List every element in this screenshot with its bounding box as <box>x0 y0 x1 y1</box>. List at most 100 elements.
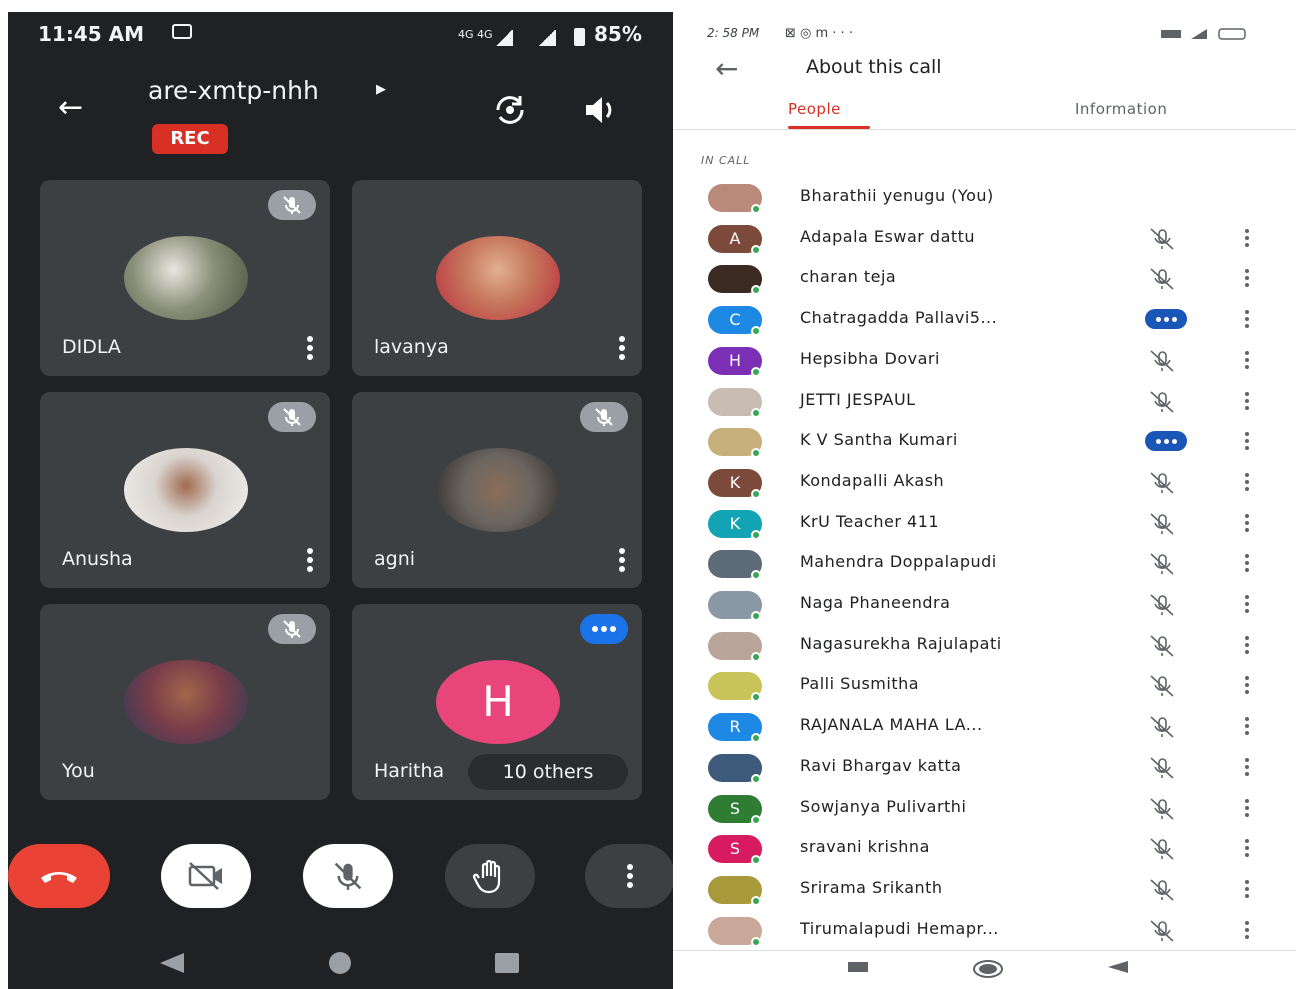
recording-badge: REC <box>152 124 228 154</box>
more-options-icon[interactable] <box>306 336 314 362</box>
more-vert-icon[interactable] <box>1245 717 1251 737</box>
status-icons: ⊠ ◎ m · · · <box>785 26 853 41</box>
tab-people[interactable]: People <box>788 100 841 118</box>
participant-row[interactable]: A Adapala Eswar dattu <box>673 219 1296 259</box>
back-arrow-icon[interactable]: ← <box>58 90 83 125</box>
mic-off-icon <box>1143 593 1183 617</box>
nav-back-icon[interactable] <box>1107 960 1129 974</box>
participant-tile-anusha[interactable]: Anusha <box>40 392 330 588</box>
nav-home-icon[interactable] <box>973 960 1003 978</box>
mic-off-icon <box>334 862 362 890</box>
participant-row[interactable]: K Kondapalli Akash <box>673 463 1296 503</box>
more-vert-icon[interactable] <box>1245 676 1251 696</box>
mic-off-icon <box>268 190 316 220</box>
others-chip[interactable]: 10 others <box>468 754 628 790</box>
participant-tile-didla[interactable]: DIDLA <box>40 180 330 376</box>
online-status-dot <box>751 285 761 296</box>
more-vert-icon[interactable] <box>1245 879 1251 900</box>
mic-off-icon <box>1143 390 1183 414</box>
participant-tile-haritha[interactable]: H Haritha 10 others <box>352 604 642 800</box>
mic-off-icon <box>1143 837 1183 861</box>
participant-row[interactable]: Nagasurekha Rajulapati <box>673 626 1296 666</box>
meeting-code[interactable]: are-xmtp-nhh <box>148 76 319 105</box>
raise-hand-button[interactable] <box>445 844 535 908</box>
speaker-icon[interactable] <box>580 90 620 130</box>
participant-row[interactable]: Ravi Bhargav katta <box>673 748 1296 788</box>
more-vert-icon[interactable] <box>1245 269 1251 289</box>
participant-row[interactable]: JETTI JESPAUL <box>673 382 1296 422</box>
participant-row[interactable]: Srirama Srikanth <box>673 870 1296 910</box>
online-status-dot <box>751 611 761 621</box>
participant-row[interactable]: C Chatragadda Pallavi5... <box>673 300 1296 340</box>
more-vert-icon[interactable] <box>1245 228 1251 249</box>
nav-back-icon[interactable] <box>158 952 186 974</box>
participant-row[interactable]: K KrU Teacher 411 <box>673 504 1296 544</box>
more-vert-icon[interactable] <box>1245 920 1251 941</box>
switch-camera-icon[interactable] <box>490 90 530 130</box>
more-vert-icon[interactable] <box>1245 513 1251 534</box>
participant-row[interactable]: Bharathii yenugu (You) <box>673 178 1296 218</box>
more-options-icon[interactable] <box>618 336 626 362</box>
end-call-button[interactable] <box>8 844 110 908</box>
avatar <box>124 236 248 320</box>
more-vert-icon[interactable] <box>1245 595 1251 615</box>
participant-name: Adapala Eswar dattu <box>800 226 976 246</box>
mic-off-icon <box>1143 715 1183 739</box>
participant-name: JETTI JESPAUL <box>800 389 916 409</box>
online-status-dot <box>751 651 761 662</box>
camera-toggle-button[interactable] <box>161 844 251 908</box>
avatar <box>124 448 248 532</box>
participant-name: RAJANALA MAHA LA... <box>800 715 983 735</box>
more-vert-icon[interactable] <box>1245 635 1251 656</box>
participant-tile-lavanya[interactable]: lavanya <box>352 180 642 376</box>
more-vert-icon[interactable] <box>1245 310 1251 330</box>
participant-row[interactable]: Ssravani krishna <box>673 829 1296 869</box>
more-vert-icon[interactable] <box>1245 839 1251 859</box>
nav-recents-icon[interactable] <box>847 960 869 974</box>
participant-row[interactable]: Palli Susmitha <box>673 666 1296 706</box>
online-status-dot <box>751 895 761 906</box>
participant-row[interactable]: Tirumalapudi Hemapr... <box>673 911 1296 951</box>
participant-name: Chatragadda Pallavi5... <box>800 308 998 328</box>
participant-name: charan teja <box>800 267 897 287</box>
more-vert-icon[interactable] <box>1245 472 1251 493</box>
mic-off-icon <box>1143 267 1183 291</box>
more-vert-icon[interactable] <box>1245 391 1251 412</box>
divider <box>673 950 1296 951</box>
participant-row[interactable]: H Hepsibha Dovari <box>673 341 1296 381</box>
nav-home-icon[interactable] <box>328 952 352 974</box>
back-arrow-icon[interactable]: ← <box>715 52 738 85</box>
more-options-button[interactable] <box>585 844 673 908</box>
more-options-icon[interactable] <box>306 548 314 574</box>
tab-information[interactable]: Information <box>1075 100 1167 118</box>
mic-off-icon <box>1143 674 1183 698</box>
participant-row[interactable]: K V Santha Kumari <box>673 422 1296 462</box>
online-status-dot <box>751 692 761 703</box>
participant-row[interactable]: charan teja <box>673 259 1296 299</box>
participant-row[interactable]: Naga Phaneendra <box>673 585 1296 625</box>
participant-tile-you[interactable]: You <box>40 604 330 800</box>
more-vert-icon[interactable] <box>1245 350 1251 371</box>
avatar-initial: H <box>436 660 560 744</box>
screen-record-icon <box>172 24 192 39</box>
microphone-toggle-button[interactable] <box>303 844 393 908</box>
participant-row[interactable]: S Sowjanya Pulivarthi <box>673 789 1296 829</box>
nav-recents-icon[interactable] <box>494 952 520 974</box>
mic-off-icon <box>1143 227 1183 251</box>
participant-tile-agni[interactable]: agni <box>352 392 642 588</box>
status-time: 11:45 AM <box>38 22 145 46</box>
participant-name: Anusha <box>62 548 133 570</box>
more-vert-icon[interactable] <box>1245 554 1251 574</box>
play-arrow-icon[interactable]: ▶ <box>376 82 386 97</box>
online-status-dot <box>751 407 761 418</box>
more-vert-icon[interactable] <box>1245 432 1251 452</box>
participant-name: KrU Teacher 411 <box>800 511 940 531</box>
participant-row[interactable]: R RAJANALA MAHA LA... <box>673 707 1296 747</box>
more-vert-icon <box>627 864 633 888</box>
more-options-icon[interactable] <box>618 548 626 574</box>
participant-row[interactable]: Mahendra Doppalapudi <box>673 544 1296 584</box>
mic-off-icon <box>1143 919 1183 943</box>
more-vert-icon[interactable] <box>1245 757 1251 778</box>
participant-name: Srirama Srikanth <box>800 877 943 897</box>
more-vert-icon[interactable] <box>1245 798 1251 819</box>
